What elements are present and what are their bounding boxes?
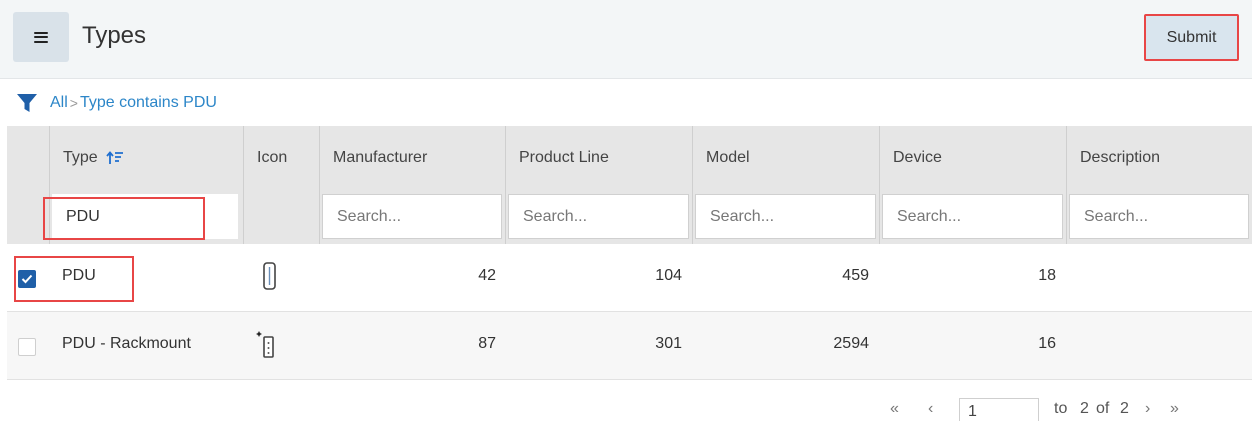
model-search-input[interactable] xyxy=(695,194,876,239)
column-header-type-label: Type xyxy=(63,149,98,166)
description-search-input[interactable] xyxy=(1069,194,1249,239)
filter-cell-icon xyxy=(243,189,319,244)
device-cell: 16 xyxy=(1038,335,1056,352)
manufacturer-search-input[interactable] xyxy=(322,194,502,239)
product-line-search-input[interactable] xyxy=(508,194,689,239)
type-filter-input[interactable] xyxy=(52,194,238,239)
menu-button[interactable] xyxy=(13,12,69,62)
filter-cell-description xyxy=(1066,189,1252,244)
page-title: Types xyxy=(82,22,147,49)
sort-ascending-icon[interactable] xyxy=(106,150,124,165)
breadcrumb-separator: > xyxy=(69,94,78,111)
column-header-type[interactable]: Type xyxy=(49,126,243,189)
funnel-icon[interactable] xyxy=(16,93,38,113)
next-page-button[interactable]: › xyxy=(1145,400,1150,418)
filter-cell-product-line xyxy=(505,189,692,244)
table-row[interactable]: PDU 42 104 459 18 xyxy=(7,244,1252,312)
filter-cell-model xyxy=(692,189,879,244)
model-cell: 2594 xyxy=(833,335,869,352)
first-page-button[interactable]: « xyxy=(890,400,899,418)
model-cell: 459 xyxy=(842,267,869,284)
hamburger-menu-icon xyxy=(34,31,48,43)
type-cell: PDU - Rackmount xyxy=(62,335,191,352)
column-header-manufacturer[interactable]: Manufacturer xyxy=(319,126,505,189)
top-bar: Types Submit xyxy=(0,0,1252,79)
page-number-input[interactable] xyxy=(959,398,1039,421)
column-header-model[interactable]: Model xyxy=(692,126,879,189)
manufacturer-cell: 87 xyxy=(478,335,496,352)
filter-cell-manufacturer xyxy=(319,189,505,244)
pager-of-label: of xyxy=(1096,400,1110,417)
checkmark-icon xyxy=(21,274,33,284)
pdu-rackmount-icon xyxy=(256,331,274,358)
column-header-description[interactable]: Description xyxy=(1066,126,1252,189)
product-line-cell: 104 xyxy=(655,267,682,284)
breadcrumb-all-link[interactable]: All xyxy=(50,94,68,112)
filter-select-cell xyxy=(7,189,49,244)
submit-button[interactable]: Submit xyxy=(1144,14,1239,61)
device-search-input[interactable] xyxy=(882,194,1063,239)
header-select-cell xyxy=(7,126,49,189)
column-header-product-line[interactable]: Product Line xyxy=(505,126,692,189)
table-row[interactable]: PDU - Rackmount 87 301 2594 16 xyxy=(7,312,1252,380)
manufacturer-cell: 42 xyxy=(478,267,496,284)
product-line-cell: 301 xyxy=(655,335,682,352)
pager-total: 2 xyxy=(1120,400,1129,417)
pdu-icon xyxy=(263,262,276,290)
column-header-icon[interactable]: Icon xyxy=(243,126,319,189)
row-checkbox[interactable] xyxy=(18,270,36,288)
last-page-button[interactable]: » xyxy=(1170,400,1179,418)
filter-cell-type xyxy=(49,189,243,244)
row-checkbox[interactable] xyxy=(18,338,36,356)
pager-to-value: 2 xyxy=(1080,400,1089,417)
filter-cell-device xyxy=(879,189,1066,244)
device-cell: 18 xyxy=(1038,267,1056,284)
filter-breadcrumb: All > Type contains PDU xyxy=(0,79,217,126)
pager-to-label: to xyxy=(1054,400,1068,417)
previous-page-button[interactable]: ‹ xyxy=(928,400,933,418)
breadcrumb-filter-condition[interactable]: Type contains PDU xyxy=(80,94,217,112)
column-header-device[interactable]: Device xyxy=(879,126,1066,189)
type-cell: PDU xyxy=(62,267,96,284)
